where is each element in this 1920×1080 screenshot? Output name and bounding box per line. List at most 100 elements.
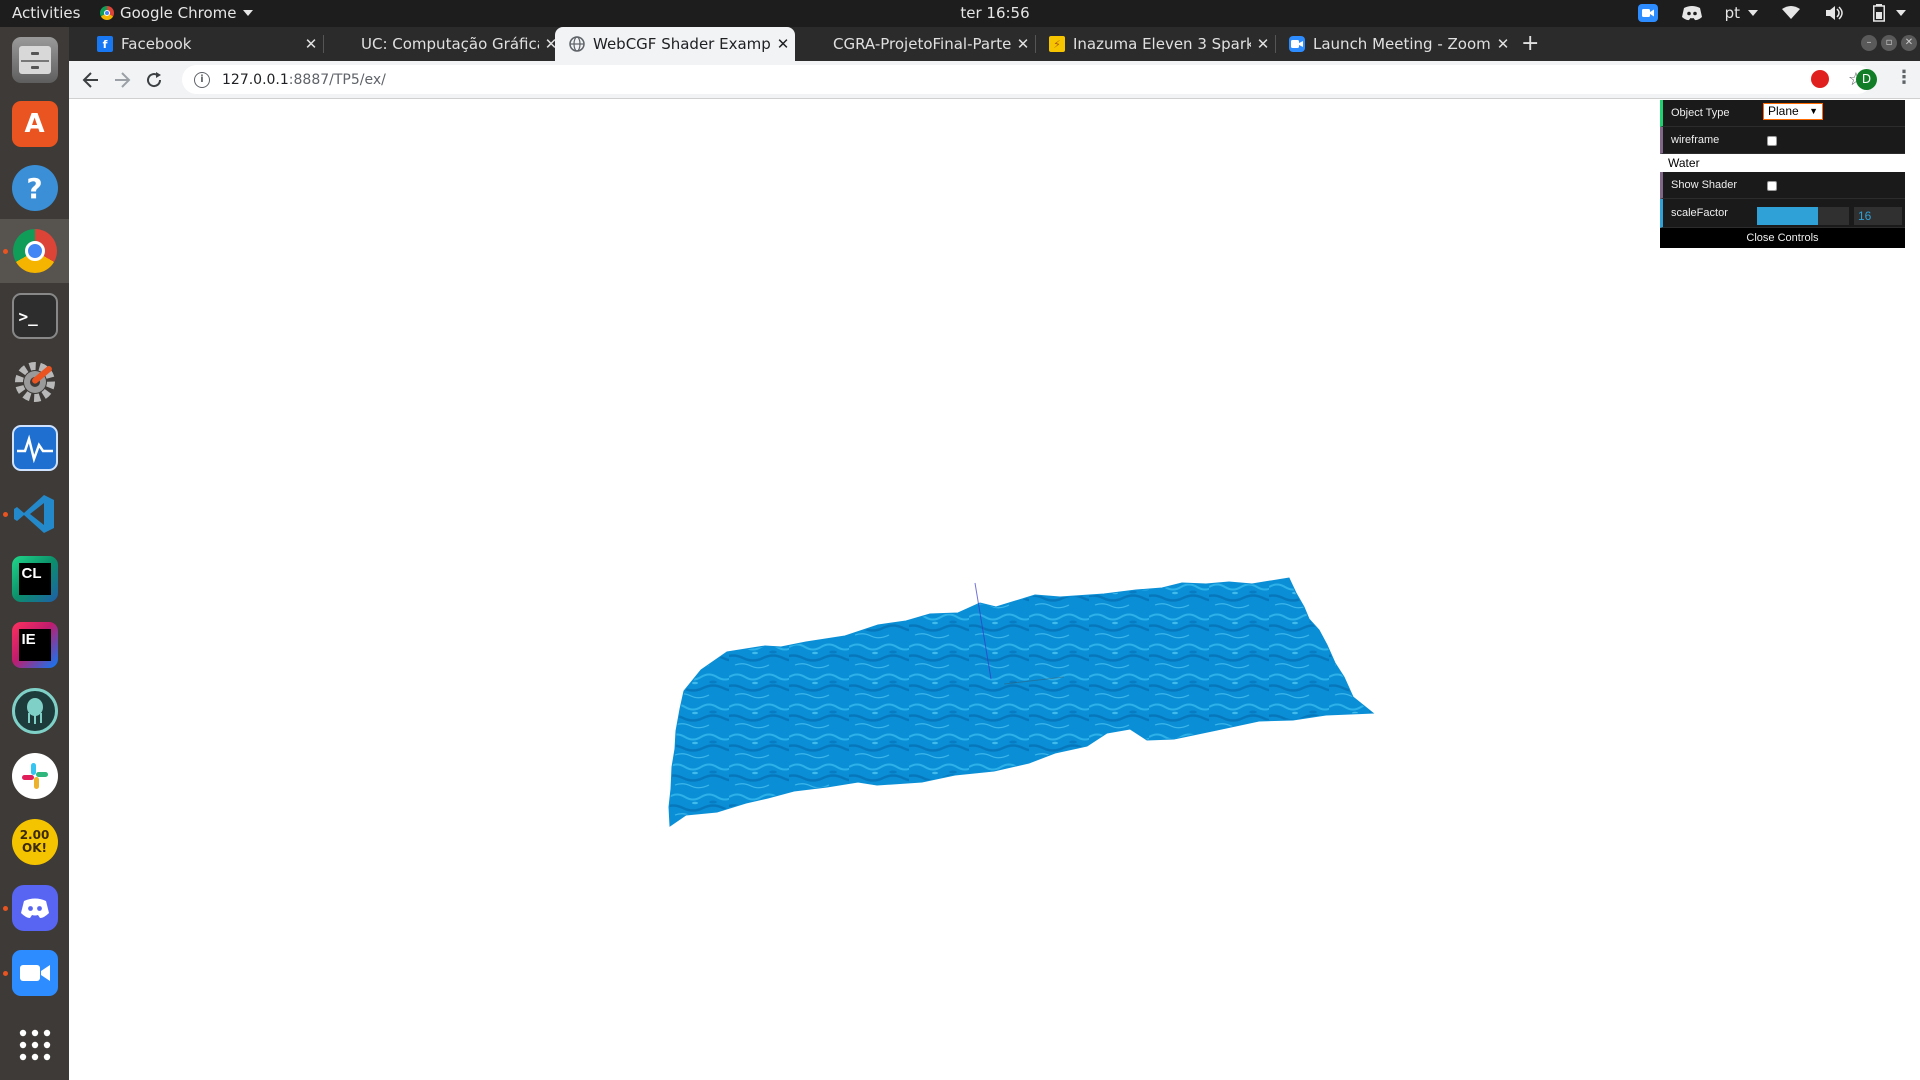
zoom-icon <box>1289 36 1305 52</box>
battery-icon <box>1868 2 1890 24</box>
object-type-label: Object Type <box>1671 107 1730 119</box>
tab-uc-computacao-grafica[interactable]: UC: Computação Gráfica ✕ <box>323 27 563 61</box>
scale-factor-label: scaleFactor <box>1671 207 1728 219</box>
zoom-tray-icon[interactable] <box>1637 2 1659 24</box>
close-icon[interactable]: ✕ <box>1011 35 1035 53</box>
slack-icon <box>11 753 58 799</box>
scale-factor-row: scaleFactor 16 <box>1660 199 1905 228</box>
address-bar[interactable]: i 127.0.0.1:8887/TP5/ex/ ☆ <box>182 65 1872 94</box>
dock-files[interactable] <box>0 28 69 92</box>
wifi-icon[interactable] <box>1780 2 1802 24</box>
reload-button[interactable] <box>141 67 167 93</box>
dock-vscode[interactable] <box>0 482 69 546</box>
running-indicator <box>3 971 8 976</box>
object-type-row: Object Type Plane ▼ <box>1660 100 1905 127</box>
forward-button[interactable] <box>109 67 135 93</box>
settings-gear-icon <box>12 359 58 405</box>
url-path: :8887/TP5/ex/ <box>288 71 386 88</box>
close-icon[interactable]: ✕ <box>1251 35 1275 53</box>
dock-software[interactable]: A <box>0 92 69 156</box>
close-icon[interactable]: ✕ <box>771 35 795 53</box>
url-text: 127.0.0.1:8887/TP5/ex/ <box>222 72 386 88</box>
dock: A ? >_ CL IE 2.00 OK! <box>0 27 69 1080</box>
volume-icon[interactable] <box>1824 2 1846 24</box>
terminal-icon: >_ <box>11 293 58 339</box>
blank-page-icon <box>809 36 825 52</box>
url-host: 127.0.0.1 <box>222 71 289 88</box>
200ok-icon: 2.00 OK! <box>11 819 58 865</box>
system-monitor-icon <box>11 425 58 471</box>
chevron-down-icon <box>1748 10 1758 16</box>
file-cabinet-icon <box>11 37 58 83</box>
system-menu[interactable] <box>1868 2 1906 24</box>
dock-terminal[interactable]: >_ <box>0 284 69 348</box>
tab-launch-meeting-zoom[interactable]: Launch Meeting - Zoom ✕ <box>1275 27 1515 61</box>
tab-title: Facebook <box>121 35 192 53</box>
dock-slack[interactable] <box>0 744 69 808</box>
more-menu-icon[interactable]: ⋮ <box>1895 67 1913 88</box>
running-indicator <box>3 249 8 254</box>
new-tab-button[interactable]: + <box>1521 31 1539 56</box>
dock-settings[interactable] <box>0 350 69 414</box>
tab-inazuma-eleven[interactable]: ⚡ Inazuma Eleven 3 Spark, E ✕ <box>1035 27 1275 61</box>
tab-facebook[interactable]: f Facebook ✕ <box>83 27 323 61</box>
info-icon[interactable]: i <box>194 71 210 88</box>
system-tray: pt <box>1637 2 1906 24</box>
tab-title: UC: Computação Gráfica <box>361 35 539 53</box>
tab-title: Launch Meeting - Zoom <box>1313 35 1491 53</box>
water-plane <box>668 577 1375 827</box>
chevron-down-icon <box>1896 10 1906 16</box>
discord-tray-icon[interactable] <box>1681 2 1703 24</box>
video-camera-icon <box>11 950 58 996</box>
clion-icon: CL <box>11 556 58 602</box>
dock-discord[interactable] <box>0 876 69 940</box>
wireframe-label: wireframe <box>1671 134 1720 146</box>
language-indicator[interactable]: pt <box>1725 4 1758 22</box>
intellij-icon: IE <box>11 622 58 668</box>
water-folder-title[interactable]: Water <box>1660 154 1905 172</box>
show-shader-row: Show Shader <box>1660 172 1905 199</box>
scale-factor-input[interactable]: 16 <box>1854 207 1902 225</box>
tab-title: WebCGF Shader Example <box>593 35 771 53</box>
close-window-button[interactable]: ✕ <box>1901 35 1917 51</box>
gitkraken-icon <box>11 688 58 734</box>
dock-chrome[interactable] <box>0 219 69 283</box>
close-controls-button[interactable]: Close Controls <box>1660 228 1905 248</box>
vscode-icon <box>12 491 58 537</box>
app-grid-icon <box>18 1028 52 1066</box>
object-type-value: Plane <box>1768 104 1799 118</box>
profile-avatar[interactable]: D <box>1856 69 1877 90</box>
dock-intellij[interactable]: IE <box>0 613 69 677</box>
dock-gitkraken[interactable] <box>0 679 69 743</box>
dropdown-arrow-icon: ▼ <box>1809 106 1818 116</box>
slider-fill <box>1757 207 1818 225</box>
globe-icon <box>569 36 585 52</box>
clock[interactable]: ter 16:56 <box>0 4 1920 22</box>
tab-webcgf-shader-example[interactable]: WebCGF Shader Example ✕ <box>555 27 795 61</box>
help-icon: ? <box>11 165 58 211</box>
minimize-button[interactable]: – <box>1861 35 1877 51</box>
scale-factor-slider[interactable] <box>1757 207 1849 225</box>
back-button[interactable] <box>78 67 104 93</box>
tab-title: Inazuma Eleven 3 Spark, E <box>1073 35 1251 53</box>
webgl-canvas[interactable] <box>69 99 1920 1080</box>
chrome-icon <box>12 229 57 273</box>
dock-system-monitor[interactable] <box>0 416 69 480</box>
object-type-select[interactable]: Plane ▼ <box>1763 103 1823 120</box>
close-icon[interactable]: ✕ <box>1491 35 1515 53</box>
tab-cgra-projetofinal[interactable]: CGRA-ProjetoFinal-Parte1 ✕ <box>795 27 1035 61</box>
webgl-page: Object Type Plane ▼ wireframe Water Show… <box>69 99 1920 1080</box>
dock-zoom[interactable] <box>0 941 69 1005</box>
close-icon[interactable]: ✕ <box>299 35 323 53</box>
inazuma-icon: ⚡ <box>1049 36 1065 52</box>
dock-200ok[interactable]: 2.00 OK! <box>0 810 69 874</box>
dock-help[interactable]: ? <box>0 156 69 220</box>
show-shader-checkbox[interactable] <box>1767 181 1777 191</box>
dock-show-applications[interactable] <box>0 1015 69 1079</box>
extension-icon[interactable] <box>1811 70 1829 88</box>
maximize-button[interactable]: ▫ <box>1881 35 1897 51</box>
wireframe-checkbox[interactable] <box>1767 136 1777 146</box>
dock-clion[interactable]: CL <box>0 547 69 611</box>
running-indicator <box>3 906 8 911</box>
tab-title: CGRA-ProjetoFinal-Parte1 <box>833 35 1011 53</box>
